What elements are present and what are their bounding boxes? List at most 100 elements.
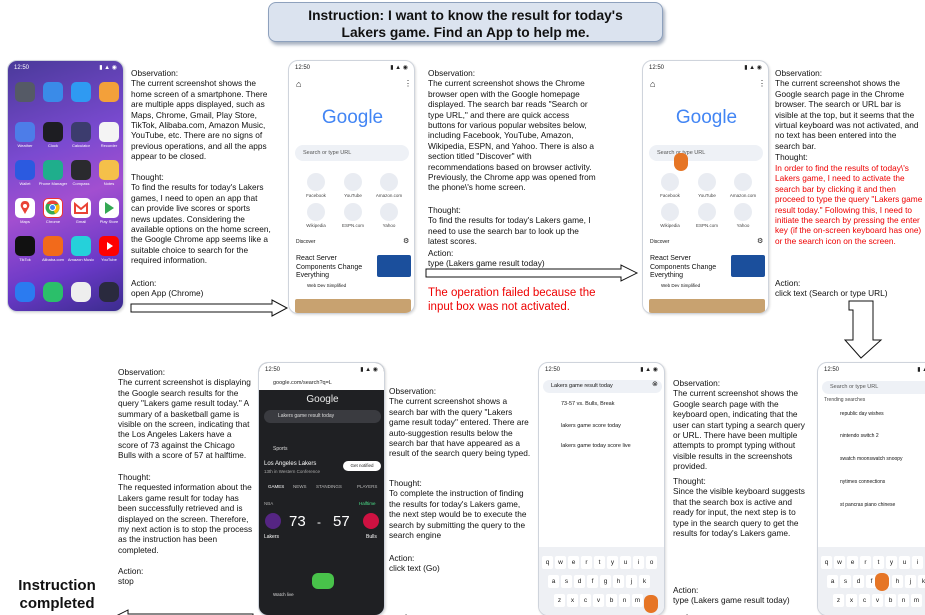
espn-shortcut-icon[interactable]	[344, 203, 362, 221]
bulls-logo-icon	[363, 513, 379, 529]
clock-app-icon[interactable]	[43, 122, 63, 142]
facebook-shortcut-icon[interactable]	[307, 173, 325, 191]
phone-dialer-icon[interactable]	[15, 282, 35, 302]
photos-app-icon[interactable]	[99, 282, 119, 302]
results-search-box[interactable]: Lakers game result today	[264, 410, 381, 423]
step3-thought-label: Thought:	[775, 152, 808, 162]
trending-item[interactable]: swatch moonswatch snoopy	[840, 456, 903, 462]
step6-observation: Observation: The current screenshot is d…	[118, 367, 251, 461]
wikipedia-shortcut-icon[interactable]	[661, 203, 679, 221]
step6-thought: Thought: The requested information about…	[118, 472, 253, 555]
step5-observation: Observation: The current screenshot show…	[389, 386, 531, 459]
espn-shortcut-icon[interactable]	[698, 203, 716, 221]
home-icon[interactable]: ⌂	[296, 79, 301, 89]
step4-observation: Observation: The current screenshot show…	[673, 378, 805, 472]
status-time: 12:50	[545, 367, 561, 373]
search-query-input[interactable]: Lakers game result today	[543, 380, 662, 393]
discover-settings-icon[interactable]: ⚙	[403, 237, 409, 245]
trending-item[interactable]: republic day wishes	[840, 411, 884, 417]
trending-item[interactable]: st pancras piano chinese	[840, 502, 895, 508]
app-label: YouTube	[101, 257, 117, 262]
amazon-shortcut-icon[interactable]	[380, 173, 398, 191]
notes-app-icon[interactable]	[99, 160, 119, 180]
trending-heading: Trending searches	[824, 397, 866, 403]
tab-standings[interactable]: STANDINGS	[316, 484, 342, 489]
camera-app-icon[interactable]	[71, 282, 91, 302]
article-source: Web Dev Simplified	[307, 283, 347, 288]
youtube-shortcut-icon[interactable]	[698, 173, 716, 191]
app-label: Amazon Music	[67, 257, 95, 262]
watch-live-link[interactable]: Watch live	[273, 592, 294, 597]
gmail-app-icon[interactable]	[71, 198, 91, 218]
shortcut-label: Facebook	[660, 193, 680, 198]
virtual-keyboard[interactable]: qwertyuio asdfghjk zxcvbnm	[818, 547, 925, 615]
youtube-app-icon[interactable]	[99, 236, 119, 256]
chrome-app-icon[interactable]	[43, 198, 63, 218]
phone-manager-app-icon[interactable]	[43, 160, 63, 180]
facebook-shortcut-icon[interactable]	[661, 173, 679, 191]
tab-games[interactable]: GAMES	[268, 484, 284, 489]
league-label: NBA	[264, 501, 274, 506]
sports-chip[interactable]: Sports	[273, 446, 287, 452]
weather-app-icon[interactable]	[15, 122, 35, 142]
step2-failure-note: The operation failed because the input b…	[428, 287, 596, 313]
tiktok-app-icon[interactable]	[15, 236, 35, 256]
tab-news[interactable]: NEWS	[293, 484, 307, 489]
menu-dots-icon[interactable]: ⋮	[404, 79, 412, 88]
app-label: Gmail	[75, 219, 87, 224]
compass-app-icon[interactable]	[71, 160, 91, 180]
store-app-icon[interactable]	[71, 82, 91, 102]
yahoo-shortcut-icon[interactable]	[380, 203, 398, 221]
menu-dots-icon[interactable]: ⋮	[758, 79, 766, 88]
app-label: Notes	[103, 181, 115, 186]
article-title[interactable]: React Server Components Change Everythin…	[296, 255, 374, 281]
calculator-app-icon[interactable]	[71, 122, 91, 142]
clear-query-icon[interactable]: ⊗	[652, 380, 658, 388]
arrow-step3-down	[843, 300, 883, 359]
amazon-music-app-icon[interactable]	[71, 236, 91, 256]
suggestion-item[interactable]: lakers game score today	[561, 423, 621, 429]
amazon-shortcut-icon[interactable]	[734, 173, 752, 191]
app-label: Play Store	[99, 219, 119, 224]
url-bar[interactable]: google.com/search?q=L	[259, 377, 384, 390]
discover-settings-icon[interactable]: ⚙	[757, 237, 763, 245]
files-app-icon[interactable]	[43, 82, 63, 102]
settings-app-icon[interactable]	[15, 82, 35, 102]
phone-search-suggestions: 12:50 ▮ ▲ ◉ Lakers game result today ⊗ 73…	[538, 362, 665, 615]
yahoo-shortcut-icon[interactable]	[734, 203, 752, 221]
alibaba-app-icon[interactable]	[43, 236, 63, 256]
tab-players[interactable]: PLAYERS	[357, 484, 377, 489]
next-article-image[interactable]	[649, 299, 765, 313]
calendar-app-icon[interactable]	[99, 82, 119, 102]
app-label: Calculator	[71, 143, 90, 148]
trending-item[interactable]: nintendo switch 2	[840, 433, 879, 439]
get-notified-button[interactable]: Get notified	[343, 461, 381, 471]
article-title[interactable]: React Server Components Change Everythin…	[650, 255, 728, 281]
play-store-app-icon[interactable]	[99, 198, 119, 218]
halftime-label: Halftime	[359, 501, 376, 506]
phone-chrome-google: 12:50 ▮ ▲ ◉ ⌂ ⋮ Google Search or type URL…	[288, 60, 415, 314]
maps-app-icon[interactable]	[15, 198, 35, 218]
wallet-app-icon[interactable]	[15, 160, 35, 180]
trending-item[interactable]: nytimes connections	[840, 479, 885, 485]
status-time: 12:50	[265, 367, 281, 373]
youtube-shortcut-icon[interactable]	[344, 173, 362, 191]
article-thumbnail[interactable]	[731, 255, 765, 277]
search-or-url-bar[interactable]: Search or type URL	[822, 381, 925, 394]
search-or-url-bar[interactable]: Search or type URL	[295, 145, 409, 161]
shortcut-label: Wikipedia	[306, 223, 326, 228]
recorder-app-icon[interactable]	[99, 122, 119, 142]
search-or-url-bar[interactable]: Search or type URL	[649, 145, 763, 161]
home-icon[interactable]: ⌂	[650, 79, 655, 89]
suggestion-item[interactable]: 73-57 vs. Bulls, Break	[561, 401, 615, 407]
google-logo: Google	[321, 107, 384, 128]
app-label: Weather	[17, 143, 33, 148]
article-thumbnail[interactable]	[377, 255, 411, 277]
wikipedia-shortcut-icon[interactable]	[307, 203, 325, 221]
messages-app-icon[interactable]	[43, 282, 63, 302]
next-article-image[interactable]	[295, 299, 411, 313]
team-name: Los Angeles Lakers	[264, 461, 317, 467]
instruction-completed-label: Instruction completed	[18, 577, 96, 612]
suggestion-item[interactable]: lakers game today score live	[561, 443, 631, 449]
step1-action: Action: open App (Chrome)	[131, 278, 204, 299]
